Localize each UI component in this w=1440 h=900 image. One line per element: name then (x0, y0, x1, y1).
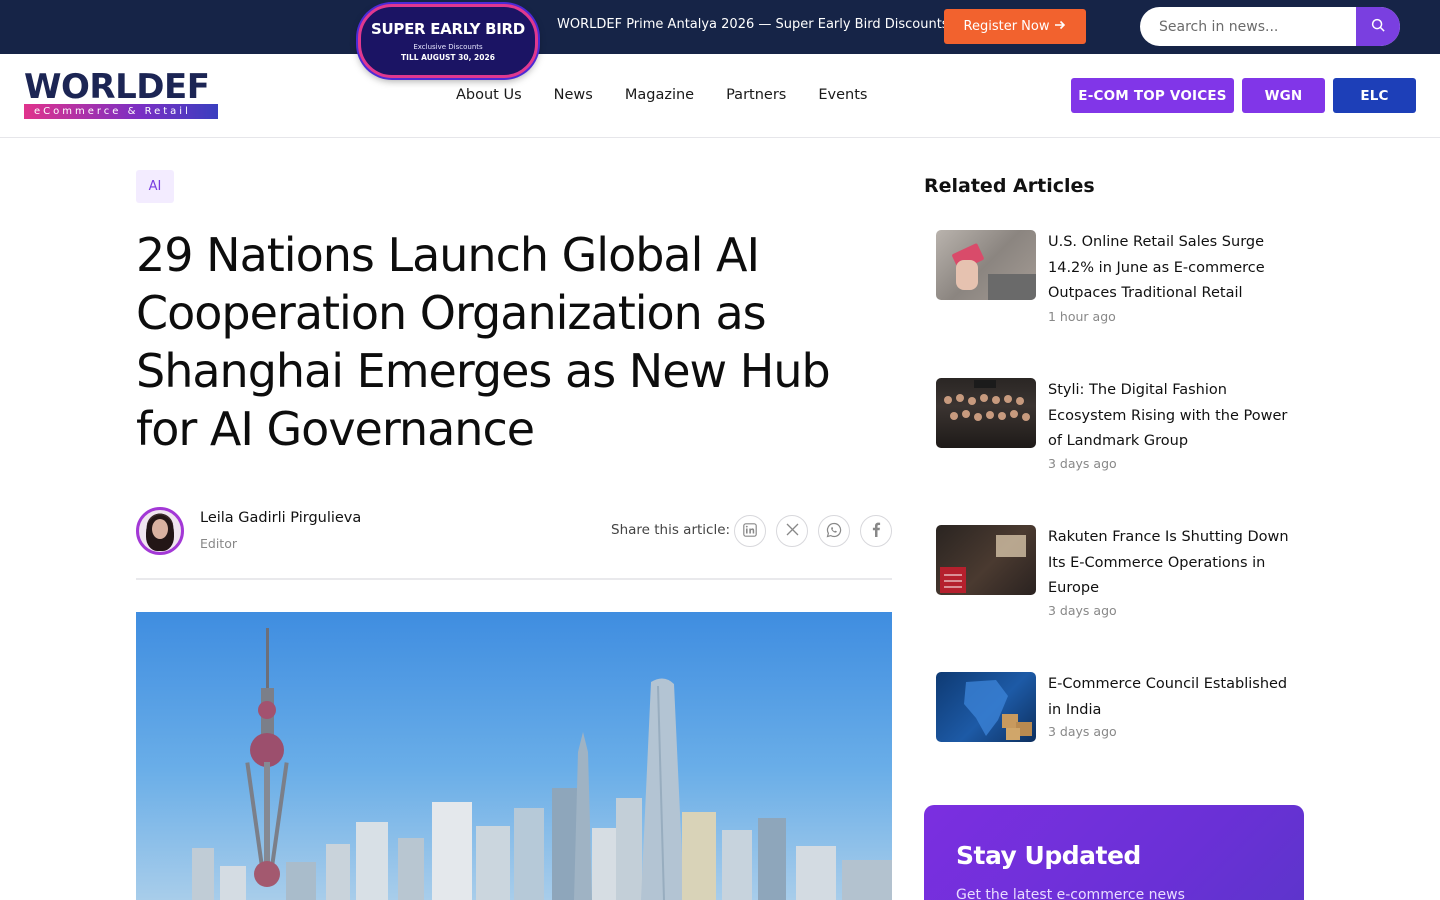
related-thumb-india-council[interactable] (936, 672, 1036, 742)
share-whatsapp-button[interactable] (818, 515, 850, 547)
promo-topbar: WORLDEF Prime Antalya 2026 — Super Early… (0, 0, 1440, 54)
thumb-illustration (940, 535, 1026, 593)
related-time: 3 days ago (1048, 456, 1117, 471)
badge-line-1: SUPER EARLY BIRD (371, 20, 525, 38)
related-title[interactable]: Styli: The Digital Fashion Ecosystem Ris… (1048, 378, 1293, 455)
nav-events[interactable]: Events (818, 87, 867, 103)
whatsapp-icon (826, 522, 842, 541)
related-articles-heading: Related Articles (924, 175, 1095, 197)
share-linkedin-button[interactable] (734, 515, 766, 547)
thumb-illustration (952, 243, 1036, 300)
super-early-bird-badge[interactable]: SUPER EARLY BIRD Exclusive Discounts TIL… (358, 4, 538, 78)
news-search (1140, 7, 1400, 46)
site-header: WORLDEF eCommerce & Retail About Us News… (0, 54, 1440, 138)
author-name[interactable]: Leila Gadirli Pirgulieva (200, 510, 361, 526)
badge-line-3: TILL AUGUST 30, 2026 (401, 53, 495, 62)
article-title: 29 Nations Launch Global AI Cooperation … (136, 228, 831, 456)
promo-text[interactable]: WORLDEF Prime Antalya 2026 — Super Early… (557, 17, 949, 32)
search-input[interactable] (1140, 7, 1356, 46)
ecom-top-voices-button[interactable]: E-COM TOP VOICES (1071, 78, 1234, 113)
newsletter-title: Stay Updated (956, 841, 1141, 870)
newsletter-subtitle: Get the latest e-commerce news (956, 887, 1185, 900)
register-label: Register Now (963, 19, 1050, 34)
hero-image-shanghai-skyline (136, 612, 892, 900)
newsletter-box: Stay Updated Get the latest e-commerce n… (924, 805, 1304, 900)
related-article-item[interactable]: U.S. Online Retail Sales Surge 14.2% in … (936, 230, 1296, 340)
related-thumb-online-retail[interactable] (936, 230, 1036, 300)
main-nav: About Us News Magazine Partners Events (456, 87, 867, 103)
avatar-face (152, 519, 168, 539)
share-facebook-button[interactable] (860, 515, 892, 547)
author-role: Editor (200, 536, 237, 551)
category-tag[interactable]: AI (136, 170, 174, 203)
related-title[interactable]: U.S. Online Retail Sales Surge 14.2% in … (1048, 230, 1293, 307)
wgn-button[interactable]: WGN (1242, 78, 1325, 113)
related-article-item[interactable]: E-Commerce Council Established in India … (936, 672, 1296, 782)
skyline-illustration (192, 628, 892, 900)
author-avatar[interactable] (136, 507, 184, 555)
related-thumb-styli[interactable] (936, 378, 1036, 448)
arrow-right-icon (1054, 19, 1066, 35)
search-button[interactable] (1356, 7, 1400, 46)
author-divider (136, 578, 892, 580)
related-time: 3 days ago (1048, 724, 1117, 739)
related-article-item[interactable]: Styli: The Digital Fashion Ecosystem Ris… (936, 378, 1296, 488)
related-time: 1 hour ago (1048, 309, 1116, 324)
thumb-illustration (944, 380, 1030, 421)
related-title[interactable]: E-Commerce Council Established in India (1048, 672, 1293, 723)
nav-news[interactable]: News (554, 87, 593, 103)
nav-about-us[interactable]: About Us (456, 87, 522, 103)
badge-line-2: Exclusive Discounts (413, 43, 483, 51)
facebook-icon (871, 522, 881, 540)
thumb-illustration (964, 680, 1032, 740)
related-thumb-rakuten[interactable] (936, 525, 1036, 595)
linkedin-icon (743, 522, 757, 540)
x-icon (786, 523, 799, 539)
share-label: Share this article: (611, 522, 731, 538)
logo-tagline: eCommerce & Retail (24, 104, 218, 119)
related-title[interactable]: Rakuten France Is Shutting Down Its E-Co… (1048, 525, 1293, 602)
related-article-item[interactable]: Rakuten France Is Shutting Down Its E-Co… (936, 525, 1296, 635)
logo-wordmark: WORLDEF (24, 67, 210, 107)
register-now-button[interactable]: Register Now (944, 9, 1086, 44)
related-time: 3 days ago (1048, 603, 1117, 618)
nav-partners[interactable]: Partners (726, 87, 786, 103)
share-x-button[interactable] (776, 515, 808, 547)
elc-button[interactable]: ELC (1333, 78, 1416, 113)
search-icon (1371, 18, 1386, 36)
nav-magazine[interactable]: Magazine (625, 87, 694, 103)
worldef-logo[interactable]: WORLDEF eCommerce & Retail (24, 70, 218, 120)
